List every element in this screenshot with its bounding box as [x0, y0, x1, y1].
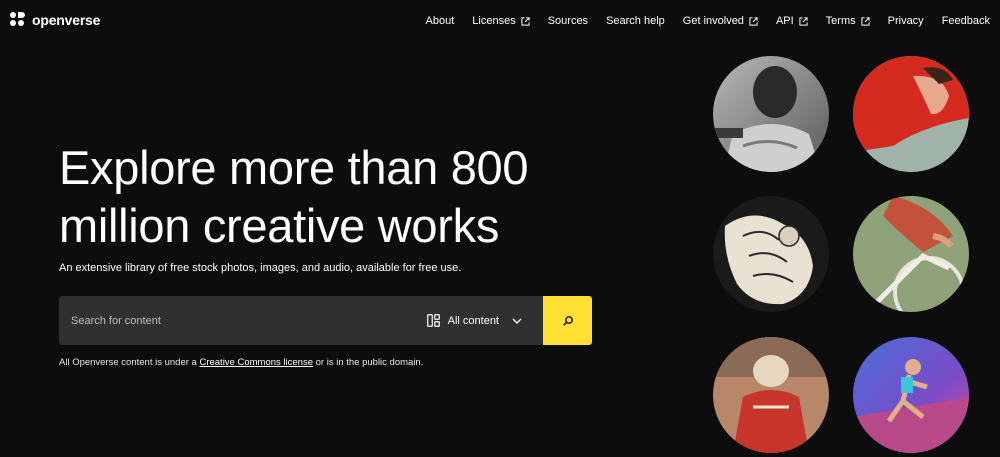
nav-label: Feedback	[941, 15, 990, 27]
nav-licenses[interactable]: Licenses	[463, 15, 538, 27]
site-header: openverse About Licenses Sources Search …	[0, 0, 1000, 42]
featured-image-runner[interactable]	[853, 337, 969, 453]
main-nav: About Licenses Sources Search help Get i…	[417, 0, 990, 42]
chevron-down-icon	[512, 318, 522, 324]
page: openverse About Licenses Sources Search …	[0, 0, 1000, 457]
nav-get-involved[interactable]: Get involved	[674, 15, 767, 27]
hero-headline: Explore more than 800 million creative w…	[59, 141, 529, 252]
track-cyclist-image	[713, 337, 829, 453]
nav-sources[interactable]: Sources	[539, 15, 597, 27]
nav-api[interactable]: API	[767, 15, 817, 27]
external-link-icon	[799, 16, 808, 26]
nav-label: Terms	[825, 15, 856, 27]
nav-label: Sources	[547, 15, 589, 27]
nav-label: Privacy	[887, 15, 924, 27]
featured-image-red-shirt[interactable]	[853, 56, 969, 172]
search-input[interactable]	[59, 296, 417, 345]
external-link-icon	[521, 16, 530, 26]
external-link-icon	[861, 16, 870, 26]
nav-label: Get involved	[682, 15, 744, 27]
nav-about[interactable]: About	[417, 15, 464, 27]
external-link-icon	[749, 16, 758, 26]
license-note: All Openverse content is under a Creativ…	[59, 357, 423, 368]
athlete-portrait-image	[713, 56, 829, 172]
red-shirt-image	[853, 56, 969, 172]
nav-search-help[interactable]: Search help	[597, 15, 674, 27]
content-type-select[interactable]: All content	[417, 296, 543, 345]
brand-logo-icon	[10, 12, 26, 28]
nav-label: Search help	[606, 15, 665, 27]
license-note-prefix: All Openverse content is under a	[59, 357, 200, 368]
content-type-label: All content	[447, 314, 499, 327]
nav-label: Licenses	[472, 15, 516, 27]
search-bar: All content	[59, 296, 592, 345]
brand-logo[interactable]: openverse	[10, 12, 100, 28]
search-icon	[562, 315, 573, 326]
featured-image-engraving[interactable]	[713, 196, 829, 312]
engraving-image	[713, 196, 829, 312]
nav-label: About	[425, 15, 455, 27]
featured-image-track-cyclist[interactable]	[713, 337, 829, 453]
nav-privacy[interactable]: Privacy	[879, 15, 933, 27]
nav-terms[interactable]: Terms	[817, 15, 879, 27]
runner-image	[853, 337, 969, 453]
brand-name: openverse	[32, 12, 101, 28]
content-grid-icon	[426, 314, 440, 327]
nav-feedback[interactable]: Feedback	[933, 15, 990, 27]
creative-commons-link[interactable]: Creative Commons license	[199, 357, 313, 368]
license-note-suffix: or is in the public domain.	[312, 357, 424, 368]
cyclist-image	[853, 196, 969, 312]
featured-image-athlete-portrait[interactable]	[713, 56, 829, 172]
nav-label: API	[775, 15, 794, 27]
search-button[interactable]	[543, 296, 592, 345]
hero-subtitle: An extensive library of free stock photo…	[59, 262, 462, 274]
featured-image-cyclist[interactable]	[853, 196, 969, 312]
